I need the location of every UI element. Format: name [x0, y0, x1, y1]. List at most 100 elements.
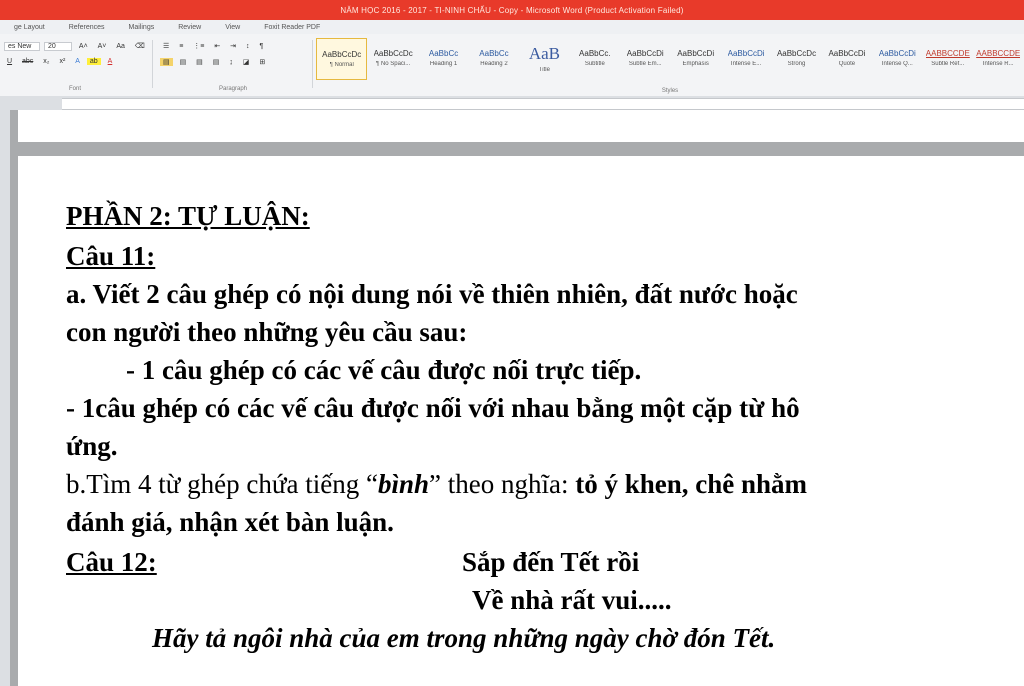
q11a-item-2-line-1: - 1câu ghép có các vế câu được nối với n… [66, 393, 800, 423]
q11a-item-1: - 1 câu ghép có các vế câu được nối trực… [126, 355, 642, 385]
style-sample: AaBbCcDc [322, 50, 362, 59]
underline-icon[interactable]: U [4, 58, 15, 65]
style-item[interactable]: AaBbCcDi Intense E... [721, 38, 770, 78]
style-name: Title [538, 66, 550, 73]
style-sample: AaBbCcDi [727, 49, 765, 58]
q11a-line-2: con người theo những yêu cầu sau: [66, 317, 468, 347]
align-center-icon[interactable]: ▤ [177, 58, 190, 66]
font-name-select[interactable]: es New [4, 42, 40, 51]
q11b-bold: tỏ ý khen, chê nhằm [575, 469, 807, 499]
style-name: Intense Q... [881, 61, 913, 67]
style-item[interactable]: AABBCCDE Intense R... [973, 38, 1022, 78]
style-name: Subtle Em... [628, 61, 662, 67]
styles-gallery: AaBbCcDc ¶ Normal AaBbCcDc ¶ No Spaci... AaB… [316, 38, 1024, 92]
style-name: ¶ No Spaci... [376, 61, 411, 67]
previous-page-bottom [18, 110, 1024, 142]
q11b-mid: ” theo nghĩa: [428, 469, 576, 499]
q11a-line-1: a. Viết 2 câu ghép có nội dung nói về th… [66, 279, 798, 309]
ribbon-tabs: ge Layout References Mailings Review Vie… [0, 20, 1024, 34]
tab-page-layout[interactable]: ge Layout [14, 24, 45, 31]
style-sample: AaBbCcDi [677, 49, 715, 58]
style-item[interactable]: AaBbCcDc Strong [772, 38, 821, 78]
style-sample: AaBbCcDi [878, 49, 916, 58]
shading-icon[interactable]: ◪ [240, 58, 253, 66]
subscript-icon[interactable]: x₂ [40, 58, 52, 65]
bullets-icon[interactable]: ☰ [160, 42, 172, 50]
align-right-icon[interactable]: ▤ [193, 58, 206, 66]
style-name: Intense E... [730, 61, 762, 67]
strikethrough-icon[interactable]: abc [19, 58, 36, 65]
style-sample: AaB [528, 43, 560, 63]
style-item[interactable]: AaBbCcDi Emphasis [671, 38, 720, 78]
style-name: Intense R... [982, 61, 1014, 67]
horizontal-ruler[interactable] [0, 96, 1024, 110]
style-name: Heading 1 [429, 61, 458, 67]
font-size-select[interactable]: 20 [43, 42, 72, 51]
paragraph-group: ☰ ≡ ⋮≡ ⇤ ⇥ ↕ ¶ ▤ ▤ ▤ ▤ ↨ ◪ ⊞ Paragraph [156, 38, 310, 92]
document-page[interactable]: PHẦN 2: TỰ LUẬN: Câu 11: a. Viết 2 câu g… [18, 156, 1024, 686]
tab-mailings[interactable]: Mailings [129, 24, 155, 31]
style-sample: AaBbCc [428, 49, 459, 58]
clear-format-icon[interactable]: ⌫ [132, 42, 148, 50]
sort-icon[interactable]: ↕ [243, 43, 253, 50]
tab-foxit[interactable]: Foxit Reader PDF [264, 24, 320, 31]
grow-font-icon[interactable]: A˄ [76, 43, 91, 50]
increase-indent-icon[interactable]: ⇥ [227, 42, 239, 50]
style-item[interactable]: AaB Title [520, 38, 569, 78]
window-title: NĂM HỌC 2016 - 2017 - TI-NINH CHẤU - Cop… [0, 0, 1024, 20]
style-item[interactable]: AaBbCcDi Quote [822, 38, 871, 78]
style-item[interactable]: AaBbCcDi Subtle Em... [621, 38, 670, 78]
document-body: PHẦN 2: TỰ LUẬN: Câu 11: a. Viết 2 câu g… [18, 156, 1024, 686]
q12-poem-line-1: Sắp đến Tết rồi [462, 547, 640, 577]
paragraph-group-label: Paragraph [218, 86, 248, 92]
text-effects-icon[interactable]: A [72, 58, 83, 65]
style-sample: AaBbCcDi [626, 49, 664, 58]
style-item[interactable]: AaBbCcDc ¶ Normal [316, 38, 368, 80]
tab-references[interactable]: References [69, 24, 105, 31]
style-item[interactable]: AaBbCcDi Intense Q... [873, 38, 922, 78]
q11b-prefix: b.Tìm 4 từ ghép chứa tiếng “ [66, 469, 378, 499]
question-12-title: Câu 12: [66, 547, 157, 577]
style-name: Heading 2 [480, 61, 508, 67]
font-group-label: Font [68, 86, 81, 92]
ribbon: es New 20 A˄ A˅ Aa ⌫ U abc x₂ x² A ab A … [0, 34, 1024, 97]
q12-task: Hãy tả ngôi nhà của em trong những ngày … [152, 623, 776, 653]
numbering-icon[interactable]: ≡ [176, 43, 186, 50]
style-item[interactable]: AaBbCc Heading 1 [419, 38, 468, 78]
borders-icon[interactable]: ⊞ [256, 58, 268, 66]
line-spacing-icon[interactable]: ↨ [226, 59, 236, 66]
style-item[interactable]: AABBCCDE Subtle Ref... [923, 38, 972, 78]
style-item[interactable]: AaBbCc Heading 2 [469, 38, 518, 78]
change-case-icon[interactable]: Aa [113, 43, 128, 50]
question-11-title: Câu 11: [66, 241, 156, 271]
multilevel-list-icon[interactable]: ⋮≡ [190, 42, 207, 50]
style-item[interactable]: AaBbCc. Subtitle [570, 38, 619, 78]
highlight-icon[interactable]: ab [86, 58, 101, 65]
tab-review[interactable]: Review [178, 24, 201, 31]
q11b-line-2: đánh giá, nhận xét bàn luận. [66, 507, 394, 537]
style-sample: AaBbCcDc [373, 49, 413, 58]
style-sample: AABBCCDE [925, 49, 970, 58]
q12-poem-line-2: Về nhà rất vui..... [472, 585, 672, 615]
decrease-indent-icon[interactable]: ⇤ [211, 42, 223, 50]
style-sample: AABBCCDE [976, 49, 1021, 58]
q11b-keyword: bình [377, 469, 429, 499]
style-name: Strong [787, 61, 806, 67]
style-name: Subtitle [584, 61, 605, 67]
style-sample: AaBbCc. [579, 49, 611, 58]
vertical-ruler[interactable] [0, 110, 10, 686]
superscript-icon[interactable]: x² [56, 58, 68, 65]
style-name: ¶ Normal [329, 62, 354, 68]
style-item[interactable]: AaBbCcDc ¶ No Spaci... [368, 38, 417, 78]
style-sample: AaBbCc [479, 49, 509, 58]
q11a-item-2-line-2: ứng. [66, 431, 118, 461]
section-heading: PHẦN 2: TỰ LUẬN: [66, 201, 310, 231]
shrink-font-icon[interactable]: A˅ [95, 43, 110, 50]
font-group: es New 20 A˄ A˅ Aa ⌫ U abc x₂ x² A ab A … [0, 38, 150, 92]
style-name: Emphasis [682, 61, 709, 67]
justify-icon[interactable]: ▤ [210, 58, 223, 66]
tab-view[interactable]: View [225, 24, 240, 31]
pilcrow-icon[interactable]: ¶ [256, 43, 266, 50]
font-color-icon[interactable]: A [105, 58, 116, 65]
align-left-icon[interactable]: ▤ [160, 58, 173, 66]
